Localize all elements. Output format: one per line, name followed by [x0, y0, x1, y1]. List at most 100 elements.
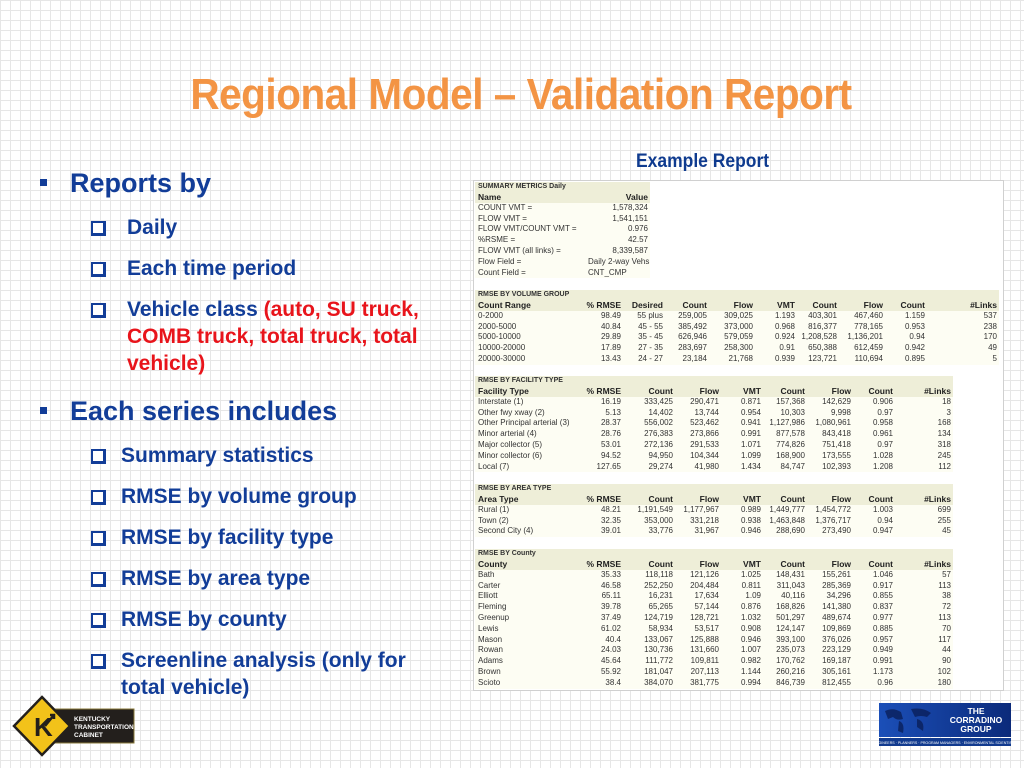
table-cell: 117	[938, 634, 951, 644]
row-label: Second City (4)	[478, 526, 534, 536]
table-cell: 0.994	[740, 677, 761, 687]
section-title: RMSE BY VOLUME GROUP	[478, 291, 570, 298]
table-cell: 33,776	[648, 526, 673, 536]
table-cell: 0.961	[872, 429, 893, 439]
section-header: SUMMARY METRICS Daily Name Value	[475, 182, 650, 203]
table-cell: 134	[937, 429, 951, 439]
table-cell: 305,161	[822, 666, 851, 676]
column-header: Count	[648, 494, 673, 504]
table-cell: 353,000	[644, 515, 673, 525]
example-report-label: Example Report	[636, 151, 770, 172]
row-label: Other Principal arterial (3)	[478, 418, 570, 428]
table-cell: 8,339,587	[612, 245, 648, 255]
table-cell: 17.89	[600, 343, 621, 353]
table-cell: 0.94	[909, 332, 925, 342]
table-cell: 384,070	[644, 677, 673, 687]
table-cell: 90	[942, 656, 951, 666]
table-cell: 23,184	[682, 353, 707, 363]
table-cell: 0.924	[774, 332, 795, 342]
column-header: #Links	[924, 494, 951, 504]
table-cell: 751,418	[822, 439, 851, 449]
table-cell: 0.953	[904, 321, 925, 331]
table-cell: 41,980	[694, 461, 719, 471]
column-header: Name	[478, 192, 502, 202]
table-cell: 13.43	[600, 353, 621, 363]
table-cell: 53.01	[600, 439, 621, 449]
table-cell: 98.49	[600, 310, 621, 320]
square-bullet-icon	[40, 179, 47, 186]
table-cell: 21,768	[728, 353, 753, 363]
table-cell: 376,026	[822, 634, 851, 644]
table-cell: 1,191,549	[637, 504, 673, 514]
table-cell: 285,369	[822, 580, 851, 590]
table-cell: 1.003	[872, 504, 893, 514]
section-title: RMSE BY FACILITY TYPE	[478, 377, 563, 384]
section-title: RMSE BY AREA TYPE	[478, 485, 552, 492]
table-cell: 28.76	[600, 429, 621, 439]
column-header: #Links	[924, 559, 951, 569]
svg-text:CABINET: CABINET	[74, 732, 103, 739]
table-cell: 260,216	[776, 666, 805, 676]
table-cell: 1,177,967	[683, 504, 719, 514]
checkbox-bullet-icon	[91, 654, 106, 669]
table-cell: 699	[937, 504, 951, 514]
table-cell: 1.159	[904, 310, 925, 320]
table-cell: 223,129	[822, 645, 851, 655]
column-header: #Links	[970, 300, 997, 310]
table-cell: 291,533	[690, 439, 719, 449]
table-cell: 0.855	[872, 591, 893, 601]
table-cell: 0.871	[740, 396, 761, 406]
table-cell: 258,300	[724, 343, 753, 353]
column-header: Count	[780, 559, 805, 569]
column-header: Count	[868, 494, 893, 504]
column-header: Count	[812, 300, 837, 310]
table-cell: 94,950	[648, 450, 673, 460]
table-cell: 273,490	[822, 526, 851, 536]
row-label: Major collector (5)	[478, 439, 543, 449]
row-label: FLOW VMT (all links) =	[478, 245, 561, 255]
table-cell: 10,303	[780, 407, 805, 417]
table-cell: 467,460	[854, 310, 883, 320]
table-cell: 0.908	[740, 623, 761, 633]
table-cell: 170	[983, 332, 997, 342]
column-header: County	[478, 559, 508, 569]
table-cell: 877,578	[776, 429, 805, 439]
summary-metrics-section: SUMMARY METRICS Daily Name Value COUNT VMT …	[475, 182, 650, 279]
table-cell: 1.028	[872, 450, 893, 460]
table-cell: 0.957	[872, 634, 893, 644]
table-cell: 17,634	[694, 591, 719, 601]
table-cell: 0.991	[740, 429, 761, 439]
table-cell: 55 plus	[637, 310, 663, 320]
row-label: Scioto	[478, 677, 501, 687]
table-cell: 123,721	[808, 353, 837, 363]
table-cell: 0.938	[740, 515, 761, 525]
column-header: Flow	[699, 494, 719, 504]
table-cell: 276,383	[644, 429, 673, 439]
table-cell: 0.946	[740, 526, 761, 536]
table-cell: 0.968	[774, 321, 795, 331]
table-cell: 58,934	[648, 623, 673, 633]
table-cell: 273,866	[690, 429, 719, 439]
row-label: COUNT VMT =	[478, 202, 533, 212]
table-cell: 45.64	[600, 656, 621, 666]
table-cell: 0.811	[741, 580, 761, 590]
table-cell: 0.906	[872, 396, 893, 406]
row-label: Rowan	[478, 645, 503, 655]
table-cell: 16.19	[600, 396, 621, 406]
kentucky-transportation-cabinet-logo: K KENTUCKY TRANSPORTATION CABINET	[12, 695, 135, 757]
table-cell: 318	[937, 439, 951, 449]
table-cell: 1,578,324	[612, 202, 648, 212]
table-cell: 141,380	[822, 602, 851, 612]
table-cell: 1.032	[740, 612, 761, 622]
table-cell: 309,025	[724, 310, 753, 320]
column-header: VMT	[777, 300, 795, 310]
table-cell: 13,744	[694, 407, 719, 417]
table-cell: 331,218	[690, 515, 719, 525]
table-cell: 252,250	[644, 580, 673, 590]
table-cell: 37.49	[600, 612, 621, 622]
table-cell: 259,005	[678, 310, 707, 320]
checkbox-bullet-icon	[91, 613, 106, 628]
table-cell: 40,116	[781, 591, 805, 601]
facility-type-section: RMSE BY FACILITY TYPE Facility Type % RMSE…	[475, 376, 953, 473]
row-label: Flow Field =	[478, 256, 522, 266]
